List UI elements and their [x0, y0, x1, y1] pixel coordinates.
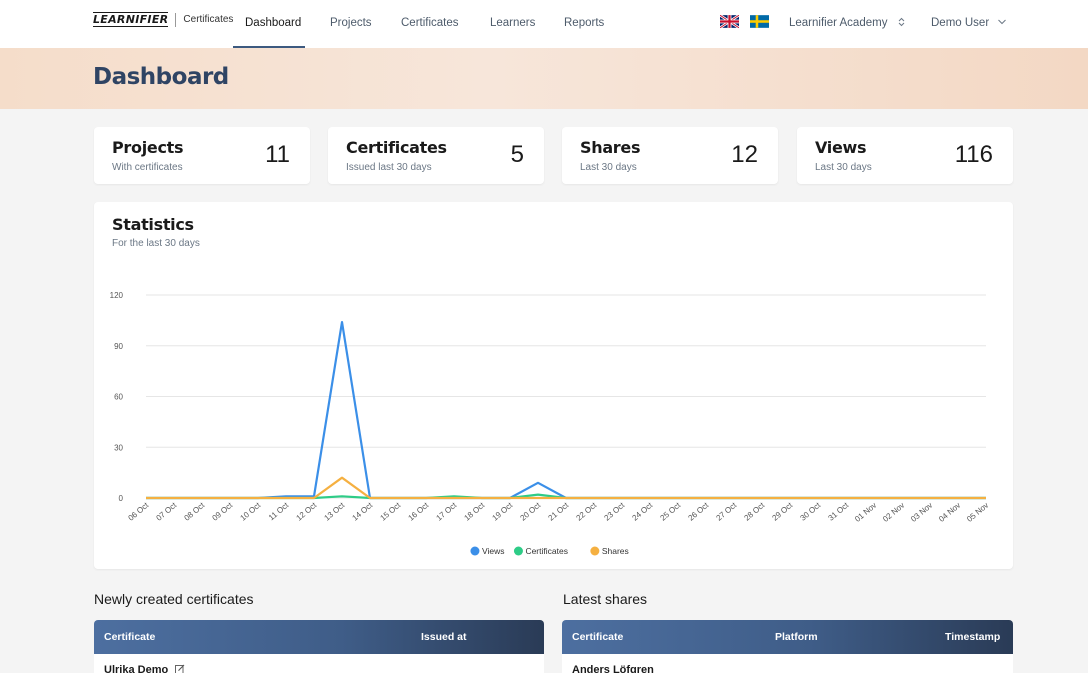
certificate-name: Ulrika Demo [104, 664, 169, 673]
nav-dashboard[interactable]: Dashboard [245, 17, 301, 29]
stat-card-subtitle: Last 30 days [580, 162, 637, 173]
x-tick-label: 29 Oct [770, 500, 794, 523]
stat-card-value: 5 [510, 141, 524, 168]
y-tick-label: 120 [110, 291, 124, 300]
stat-card-subtitle: Last 30 days [815, 162, 872, 173]
user-menu[interactable]: Demo User [931, 17, 1007, 29]
stat-card-views: Views Last 30 days 116 [797, 127, 1013, 184]
x-tick-label: 10 Oct [238, 500, 262, 523]
x-tick-label: 17 Oct [434, 500, 458, 523]
x-tick-label: 06 Oct [126, 500, 150, 523]
logo-product-name: Certificates [183, 14, 234, 25]
x-tick-label: 12 Oct [294, 500, 318, 523]
stat-card-value: 12 [731, 141, 758, 168]
x-tick-label: 25 Oct [658, 500, 682, 523]
x-tick-label: 04 Nov [937, 501, 962, 524]
x-tick-label: 09 Oct [210, 500, 234, 523]
nav-projects[interactable]: Projects [330, 17, 372, 29]
statistics-panel: Statistics For the last 30 days 0 30 60 90 1… [94, 202, 1013, 569]
user-name: Demo User [931, 17, 990, 29]
stat-card-certificates: Certificates Issued last 30 days 5 [328, 127, 544, 184]
x-tick-label: 14 Oct [350, 500, 374, 523]
x-tick-label: 02 Nov [881, 501, 906, 524]
x-tick-label: 22 Oct [574, 500, 598, 523]
nav-certificates[interactable]: Certificates [401, 17, 459, 29]
column-header-certificate[interactable]: Certificate [104, 631, 155, 643]
column-header-certificate[interactable]: Certificate [572, 631, 623, 643]
logo-wordmark: LEARNIFIER [93, 12, 169, 27]
column-header-platform[interactable]: Platform [775, 631, 818, 643]
stat-card-title: Shares [580, 138, 641, 157]
x-tick-label: 28 Oct [742, 500, 766, 523]
x-tick-label: 15 Oct [378, 500, 402, 523]
x-tick-label: 11 Oct [267, 500, 291, 522]
legend-label-views[interactable]: Views [482, 546, 505, 556]
x-tick-label: 13 Oct [322, 500, 346, 523]
x-tick-label: 16 Oct [406, 500, 430, 523]
x-tick-label: 20 Oct [518, 500, 542, 523]
certificate-cell: Ulrika Demo [104, 664, 185, 673]
legend-label-shares[interactable]: Shares [602, 546, 629, 556]
sweden-flag-icon[interactable] [750, 15, 769, 28]
new-certificates-title: Newly created certificates [94, 591, 254, 607]
y-tick-label: 0 [119, 494, 124, 503]
top-navbar: LEARNIFIER Certificates Dashboard Projec… [0, 0, 1088, 48]
stat-card-title: Views [815, 138, 867, 157]
brand-logo[interactable]: LEARNIFIER Certificates [93, 12, 233, 27]
organization-name: Learnifier Academy [789, 17, 888, 29]
stat-card-title: Projects [112, 138, 184, 157]
uk-flag-icon[interactable] [720, 15, 739, 28]
nav-learners[interactable]: Learners [490, 17, 535, 29]
chevron-down-icon [998, 19, 1007, 25]
legend-swatch-certificates[interactable] [513, 546, 523, 556]
column-header-issued-at[interactable]: Issued at [421, 631, 467, 643]
x-tick-label: 31 Oct [826, 500, 850, 523]
table-row[interactable]: Ulrika Demo [94, 654, 544, 673]
y-tick-label: 60 [114, 393, 123, 402]
stat-card-shares: Shares Last 30 days 12 [562, 127, 778, 184]
x-tick-label: 27 Oct [714, 500, 738, 523]
stat-card-subtitle: Issued last 30 days [346, 162, 432, 173]
x-tick-label: 19 Oct [490, 500, 514, 523]
x-tick-label: 30 Oct [798, 500, 822, 523]
y-tick-label: 30 [114, 443, 123, 452]
latest-shares-table-header: Certificate Platform Timestamp [562, 620, 1013, 654]
stat-card-value: 11 [265, 141, 290, 168]
series-line-shares [146, 476, 986, 500]
logo-divider [175, 12, 177, 27]
updown-chevron-icon [898, 17, 905, 27]
x-tick-label: 07 Oct [154, 500, 178, 523]
stat-card-title: Certificates [346, 138, 447, 157]
edit-icon[interactable] [175, 664, 185, 673]
x-tick-label: 24 Oct [630, 500, 654, 523]
x-tick-label: 18 Oct [462, 500, 486, 523]
series-line-views [146, 320, 986, 500]
x-tick-label: 03 Nov [909, 501, 934, 524]
legend-swatch-shares[interactable] [590, 546, 600, 556]
x-tick-label: 21 Oct [546, 500, 570, 523]
x-tick-label: 08 Oct [182, 500, 206, 523]
organization-selector[interactable]: Learnifier Academy [789, 17, 906, 29]
new-certificates-table-header: Certificate Issued at [94, 620, 544, 654]
x-tick-label: 23 Oct [602, 500, 626, 523]
share-certificate-name: Anders Löfgren [572, 664, 654, 673]
x-tick-label: 05 Nov [965, 501, 990, 524]
column-header-timestamp[interactable]: Timestamp [945, 631, 1000, 643]
latest-shares-title: Latest shares [563, 591, 648, 607]
table-row[interactable]: Anders Löfgren [562, 654, 1013, 673]
legend-label-certificates[interactable]: Certificates [525, 546, 568, 556]
nav-reports[interactable]: Reports [564, 17, 604, 29]
stat-card-subtitle: With certificates [112, 162, 183, 173]
statistics-line-chart[interactable]: 0 30 60 90 120 06 Oct 07 Oct 08 Oct 09 Oct 10 Oct… [94, 202, 1013, 569]
y-tick-label: 90 [114, 342, 123, 351]
x-tick-label: 26 Oct [686, 500, 710, 523]
stat-card-value: 116 [954, 141, 993, 168]
x-tick-label: 01 Nov [853, 501, 878, 524]
stat-card-projects: Projects With certificates 11 [94, 127, 310, 184]
page-title: Dashboard [93, 64, 229, 90]
legend-swatch-views[interactable] [470, 546, 480, 556]
